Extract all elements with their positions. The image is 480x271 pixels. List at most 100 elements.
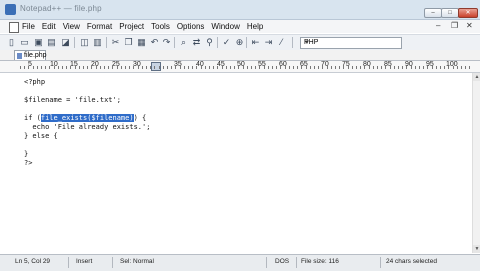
ruler-tick [419,66,420,69]
zoom-icon[interactable]: ⊕ [234,37,245,48]
find-in-files-icon[interactable]: ⚲ [204,37,215,48]
doc-close-button[interactable]: ✕ [466,21,473,30]
vertical-scrollbar[interactable]: ▲ ▼ [472,73,480,253]
doc-restore-button[interactable]: ❐ [451,21,458,30]
ruler-label: 30 [133,61,141,68]
scroll-down-icon[interactable]: ▼ [473,245,480,253]
undo-icon[interactable]: ↶ [149,37,160,48]
ruler-tick [352,66,353,69]
ruler-tick [293,66,294,69]
ruler-tick [469,66,470,69]
status-separator [266,257,267,268]
maximize-button[interactable]: □ [441,8,459,18]
ruler-tick [45,66,46,69]
menu-file[interactable]: File [22,22,35,31]
status-position: Ln 5, Col 29 [15,258,51,265]
status-separator [380,257,381,268]
ruler-tick [369,66,370,69]
close-button[interactable]: ✕ [458,8,478,18]
tab-strip: file.php [0,50,480,61]
ruler-tick [314,66,315,69]
ruler-tick [247,66,248,69]
status-separator [68,257,69,268]
code-line: ?> [24,159,33,167]
ruler-tick [138,66,139,69]
ruler-tick [255,66,256,69]
menu-project[interactable]: Project [119,22,144,31]
minimize-button[interactable]: – [424,8,442,18]
comment-icon[interactable]: ⁄ [276,37,287,48]
copy-icon[interactable]: ❐ [123,37,134,48]
spell-check-icon[interactable]: ✓ [221,37,232,48]
ruler-tick [180,66,181,69]
app-icon [5,4,16,15]
code-line: } [24,150,29,158]
print-icon[interactable]: ▥ [92,37,103,48]
ruler-tick [377,66,378,69]
outdent-icon[interactable]: ⇤ [250,37,261,48]
title-bar: Notepad++ — file.php – □ ✕ [0,0,480,20]
ruler-tick [175,66,176,69]
ruler-tick [411,66,412,69]
status-selection-mode: Sel: Normal [120,258,154,265]
redo-icon[interactable]: ↷ [161,37,172,48]
language-select[interactable]: PHP ▼ [300,37,402,49]
tab-label: file.php [24,52,47,59]
cut-icon[interactable]: ✂ [110,37,121,48]
status-separator [296,257,297,268]
ruler-tick [381,66,382,69]
scroll-up-icon[interactable]: ▲ [473,73,480,81]
ruler-tick [310,66,311,69]
ruler-tick [234,66,235,69]
open-folder-icon[interactable]: ▭ [19,37,30,48]
code-editor[interactable]: <?php $filename = 'file.txt'; if (file_e… [0,73,472,253]
toolbar-separator [217,37,218,48]
replace-icon[interactable]: ⇄ [191,37,202,48]
ruler-tick [125,66,126,69]
ruler-tick [213,66,214,69]
ruler-tick [436,66,437,69]
status-bar: Ln 5, Col 29 Insert Sel: Normal DOS File… [0,254,480,271]
menu-tools[interactable]: Tools [151,22,170,31]
find-icon[interactable]: ⌕ [178,37,189,48]
ruler-tick [171,66,172,69]
ruler-tick [402,66,403,69]
document-icon[interactable] [9,22,19,33]
ruler-tick [62,66,63,69]
ruler-tick [184,66,185,69]
save-all-icon[interactable]: ▤ [46,37,57,48]
ruler-tick [112,66,113,69]
ruler-tick [280,66,281,69]
menu-help[interactable]: Help [247,22,263,31]
ruler-tick [70,66,71,69]
ruler-tick [327,66,328,69]
menu-edit[interactable]: Edit [42,22,56,31]
tab-file-php[interactable]: file.php [14,50,47,60]
ruler-tick [87,66,88,69]
indent-icon[interactable]: ⇥ [263,37,274,48]
menu-format[interactable]: Format [87,22,112,31]
code-line: if (file_exists($filename)) { [24,113,146,123]
ruler-tick [406,66,407,69]
ruler-tick [205,66,206,69]
ruler-tick [37,66,38,69]
ruler-tick [272,66,273,69]
ruler-tick [289,66,290,69]
ruler-tick [159,66,160,69]
save-icon[interactable]: ▣ [33,37,44,48]
new-file-icon[interactable]: ▯ [6,37,17,48]
ruler-tick [339,66,340,69]
open-icon[interactable]: ◪ [60,37,71,48]
menu-options[interactable]: Options [177,22,205,31]
print-preview-icon[interactable]: ◫ [79,37,90,48]
ruler-tick [108,66,109,69]
ruler-tick [142,66,143,69]
toolbar-separator [106,37,107,48]
menu-window[interactable]: Window [211,22,239,31]
selected-text[interactable]: file_exists($filename) [39,113,135,123]
paste-icon[interactable]: ▦ [136,37,147,48]
column-ruler: 5 10 15 20 25 30 35 40 45 50 55 60 65 70… [0,61,480,73]
ruler-tick [440,66,441,69]
menu-view[interactable]: View [63,22,80,31]
doc-minimize-button[interactable]: – [436,21,440,30]
